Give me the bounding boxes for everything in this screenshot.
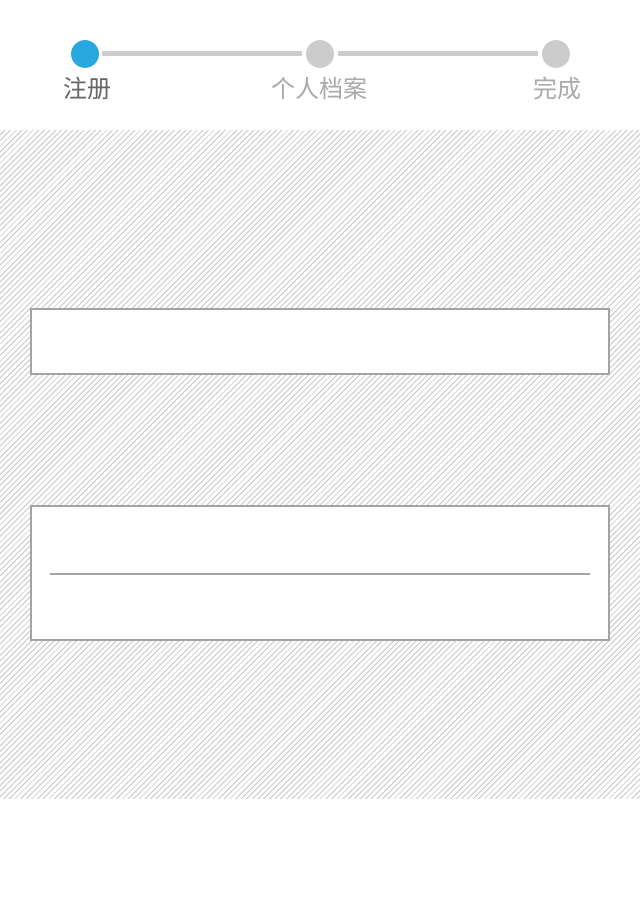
step-connector	[338, 51, 538, 56]
input-group-row	[32, 573, 608, 639]
step-label-done: 完成	[533, 75, 581, 103]
step-label-register: 注册	[63, 75, 111, 103]
step-indicator-register	[71, 40, 99, 68]
step-label-profile: 个人档案	[271, 75, 367, 103]
input-group-container	[30, 505, 610, 641]
signup-page: 注册 个人档案 完成	[0, 0, 640, 799]
step-indicator-done	[542, 40, 570, 68]
input-group-row	[32, 507, 608, 573]
input-field-container	[30, 308, 610, 375]
step-connector	[102, 51, 302, 56]
text-input-field[interactable]	[32, 310, 608, 373]
text-input-field-bottom[interactable]	[32, 573, 608, 639]
step-indicator-profile	[306, 40, 334, 68]
progress-stepper: 注册 个人档案 完成	[0, 0, 640, 130]
text-input-field-top[interactable]	[32, 507, 608, 573]
form-area	[0, 130, 640, 799]
